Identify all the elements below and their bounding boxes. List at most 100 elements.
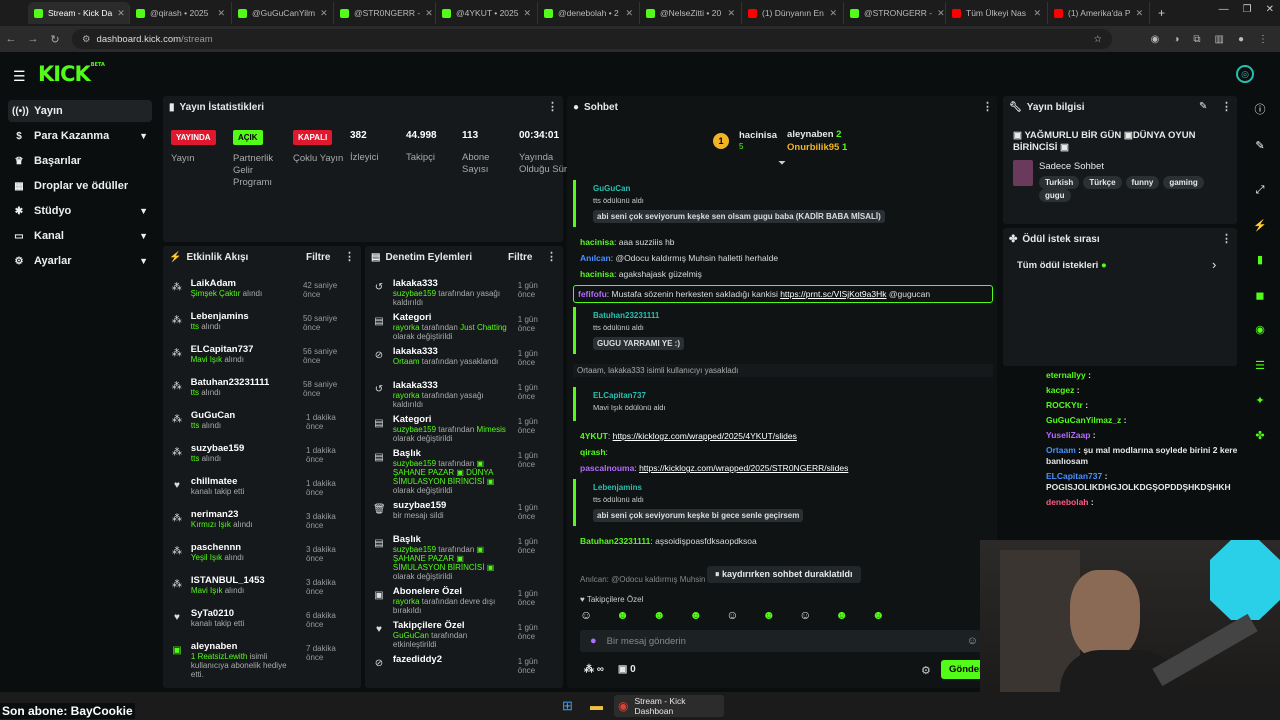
moderation-item[interactable]: ▤ Başlık suzybae159 tarafından ▣ ŞAHANE PA…	[373, 534, 557, 586]
moderation-item[interactable]: 🗑︎ suzybae159 bir mesajı sildi 1 gün önce	[373, 500, 557, 534]
tab-close-icon[interactable]: ✕	[320, 8, 328, 19]
activity-username[interactable]: Lebenjamins	[191, 311, 295, 322]
tab-close-icon[interactable]: ✕	[829, 8, 837, 19]
moderation-target[interactable]: suzybae159	[393, 500, 510, 511]
activity-username[interactable]: paschennn	[191, 542, 298, 553]
moderation-target[interactable]: lakaka333	[393, 278, 510, 289]
reward-menu-icon[interactable]: ⋮	[1221, 232, 1232, 245]
sidebar-item[interactable]: ▭ Kanal ▼	[8, 225, 152, 247]
activity-username[interactable]: SyTa0210	[191, 608, 298, 619]
stream-tag[interactable]: gaming	[1163, 176, 1204, 189]
browser-tab[interactable]: @denebolah • 2 ✕	[538, 2, 640, 24]
list-icon[interactable]: ☰	[1248, 354, 1272, 378]
activity-menu-icon[interactable]: ⋮	[344, 250, 355, 263]
emote-bar[interactable]: ☺ ☻ ☻ ☻ ☺ ☻ ☺ ☻ ☻	[580, 608, 885, 622]
moderation-target[interactable]: lakaka333	[393, 346, 510, 357]
tab-close-icon[interactable]: ✕	[727, 8, 735, 19]
moderation-menu-icon[interactable]: ⋮	[546, 250, 557, 263]
activity-item[interactable]: ⁂ ISTANBUL_1453 Mavi Işık alındı 3 dakika ö…	[171, 575, 355, 608]
category-thumbnail[interactable]	[1013, 160, 1033, 186]
doc-icon[interactable]: ▮	[1248, 248, 1272, 272]
activity-username[interactable]: Batuhan23231111	[191, 377, 295, 388]
chat-link[interactable]: https://prnt.sc/VISjKot9a3Hk	[780, 289, 886, 299]
chat-username[interactable]: hacinisa	[580, 237, 614, 247]
browser-tab[interactable]: (1) Dünyanın En ✕	[742, 2, 844, 24]
browser-tab[interactable]: @NelseZitti • 20 ✕	[640, 2, 742, 24]
all-rewards-link[interactable]: Tüm ödül istekleri ●	[1017, 260, 1107, 271]
stream-tag[interactable]: Turkish	[1039, 176, 1080, 189]
moderation-target[interactable]: Başlık	[393, 534, 510, 545]
chevron-right-icon[interactable]: ›	[1212, 257, 1216, 272]
hamburger-menu-icon[interactable]: ☰	[13, 68, 26, 85]
chat-username[interactable]: GuGuCan	[593, 184, 993, 193]
stats-menu-icon[interactable]: ⋮	[547, 100, 558, 113]
moderation-item[interactable]: ▤ Kategori rayorka tarafından Just Chattin…	[373, 312, 557, 346]
chat-username[interactable]: Lebenjamins	[593, 483, 993, 492]
extension-icon[interactable]: ◑	[1173, 34, 1179, 45]
mic-icon[interactable]: ●	[590, 635, 597, 647]
browser-tab[interactable]: @GuGuCanYilm ✕	[232, 2, 334, 24]
chat-reward-message[interactable]: Batuhan23231111 tts ödülünü aldı GUGU YARR…	[573, 307, 993, 354]
sidebar-item[interactable]: ⚙ Ayarlar ▼	[8, 250, 152, 272]
minimize-icon[interactable]: —	[1219, 4, 1229, 15]
tab-close-icon[interactable]: ✕	[937, 8, 945, 19]
moderation-item[interactable]: ↺ lakaka333 suzybae159 tarafından yasağı k…	[373, 278, 557, 312]
moderation-target[interactable]: Kategori	[393, 312, 510, 323]
moderation-item[interactable]: ♥ Takipçilere Özel GuGuCan tarafından etki…	[373, 620, 557, 654]
activity-username[interactable]: neriman23	[191, 509, 298, 520]
emote-icon[interactable]: ☻	[872, 608, 885, 622]
gift-icon[interactable]: ✤	[1248, 424, 1272, 448]
chat-username[interactable]: fefifofu	[578, 289, 607, 299]
chat-message[interactable]: Anılcan: @Odocu kaldırmış Muhsin hallett…	[573, 253, 993, 263]
activity-item[interactable]: ⁂ Batuhan23231111 tts alındı 58 saniye önce	[171, 377, 355, 410]
browser-tab[interactable]: @4YKUT • 2025 ✕	[436, 2, 538, 24]
close-icon[interactable]: ✕	[1266, 4, 1274, 15]
tab-close-icon[interactable]: ✕	[117, 8, 125, 19]
activity-username[interactable]: chillmatee	[191, 476, 298, 487]
moderation-target[interactable]: Kategori	[393, 414, 510, 425]
chat-username[interactable]: Anılcan	[580, 253, 611, 263]
moderation-item[interactable]: ⊘ lakaka333 Ortaam tarafından yasaklandı 1 …	[373, 346, 557, 380]
chat-username[interactable]: qirash	[580, 447, 606, 457]
emote-icon[interactable]: ☺	[580, 608, 592, 622]
chat-reward-message[interactable]: ELCapitan737 Mavi Işık ödülünü aldı	[573, 387, 993, 421]
browser-tab[interactable]: (1) Amerika'da P ✕	[1048, 2, 1150, 24]
tab-close-icon[interactable]: ✕	[1136, 8, 1144, 19]
chat-username[interactable]: hacinisa	[580, 269, 614, 279]
activity-item[interactable]: ⁂ Lebenjamins tts alındı 50 saniye önce	[171, 311, 355, 344]
tab-close-icon[interactable]: ✕	[625, 8, 633, 19]
pin-expand-icon[interactable]: ⏷	[778, 158, 786, 169]
chevron-down-icon[interactable]: ▼	[139, 131, 148, 141]
activity-item[interactable]: ⁂ ELCapitan737 Mavi Işık alındı 56 saniye ö…	[171, 344, 355, 377]
chat-username[interactable]: Batuhan23231111	[593, 311, 993, 320]
stream-info-menu-icon[interactable]: ⋮	[1221, 100, 1232, 113]
pencil-icon[interactable]: ✎	[1248, 134, 1272, 158]
moderation-item[interactable]: ▣ Abonelere Özel rayorka tarafından devre …	[373, 586, 557, 620]
tab-close-icon[interactable]: ✕	[425, 8, 433, 19]
chevron-down-icon[interactable]: ▼	[139, 206, 148, 216]
maximize-icon[interactable]: ❐	[1243, 4, 1252, 15]
chevron-down-icon[interactable]: ▼	[139, 231, 148, 241]
chat-reward-message[interactable]: Lebenjamins tts ödülünü aldı abi seni çok …	[573, 479, 993, 526]
moderation-target[interactable]: Takipçilere Özel	[393, 620, 510, 631]
user-avatar[interactable]: ◎	[1236, 65, 1254, 83]
emote-icon[interactable]: ☺	[799, 608, 811, 622]
expand-icon[interactable]: ⤢	[1248, 178, 1272, 202]
activity-filter-button[interactable]: Filtre	[306, 252, 330, 263]
broadcast-icon[interactable]: ◉	[1248, 318, 1272, 342]
stream-tag[interactable]: Türkçe	[1083, 176, 1122, 189]
emote-icon[interactable]: ☻	[762, 608, 775, 622]
moderation-filter-button[interactable]: Filtre	[508, 252, 532, 263]
tab-close-icon[interactable]: ✕	[523, 8, 531, 19]
chevron-down-icon[interactable]: ▼	[139, 256, 148, 266]
site-info-icon[interactable]: ⚙	[82, 34, 91, 45]
moderation-item[interactable]: ⊘ fazediddy2 1 gün önce	[373, 654, 557, 688]
moderation-target[interactable]: Başlık	[393, 448, 510, 459]
emote-icon[interactable]: ☻	[690, 608, 703, 622]
chat-username[interactable]: pascalnouma	[580, 463, 634, 473]
chat-icon[interactable]: ◼	[1248, 284, 1272, 308]
chat-message[interactable]: hacinisa: agakshajask güzelmiş	[573, 269, 993, 279]
chat-username[interactable]: Batuhan23231111	[580, 536, 650, 546]
chat-reward-message[interactable]: GuGuCan tts ödülünü aldı abi seni çok sevi…	[573, 180, 993, 227]
category-name[interactable]: Sadece Sohbet	[1039, 161, 1104, 172]
